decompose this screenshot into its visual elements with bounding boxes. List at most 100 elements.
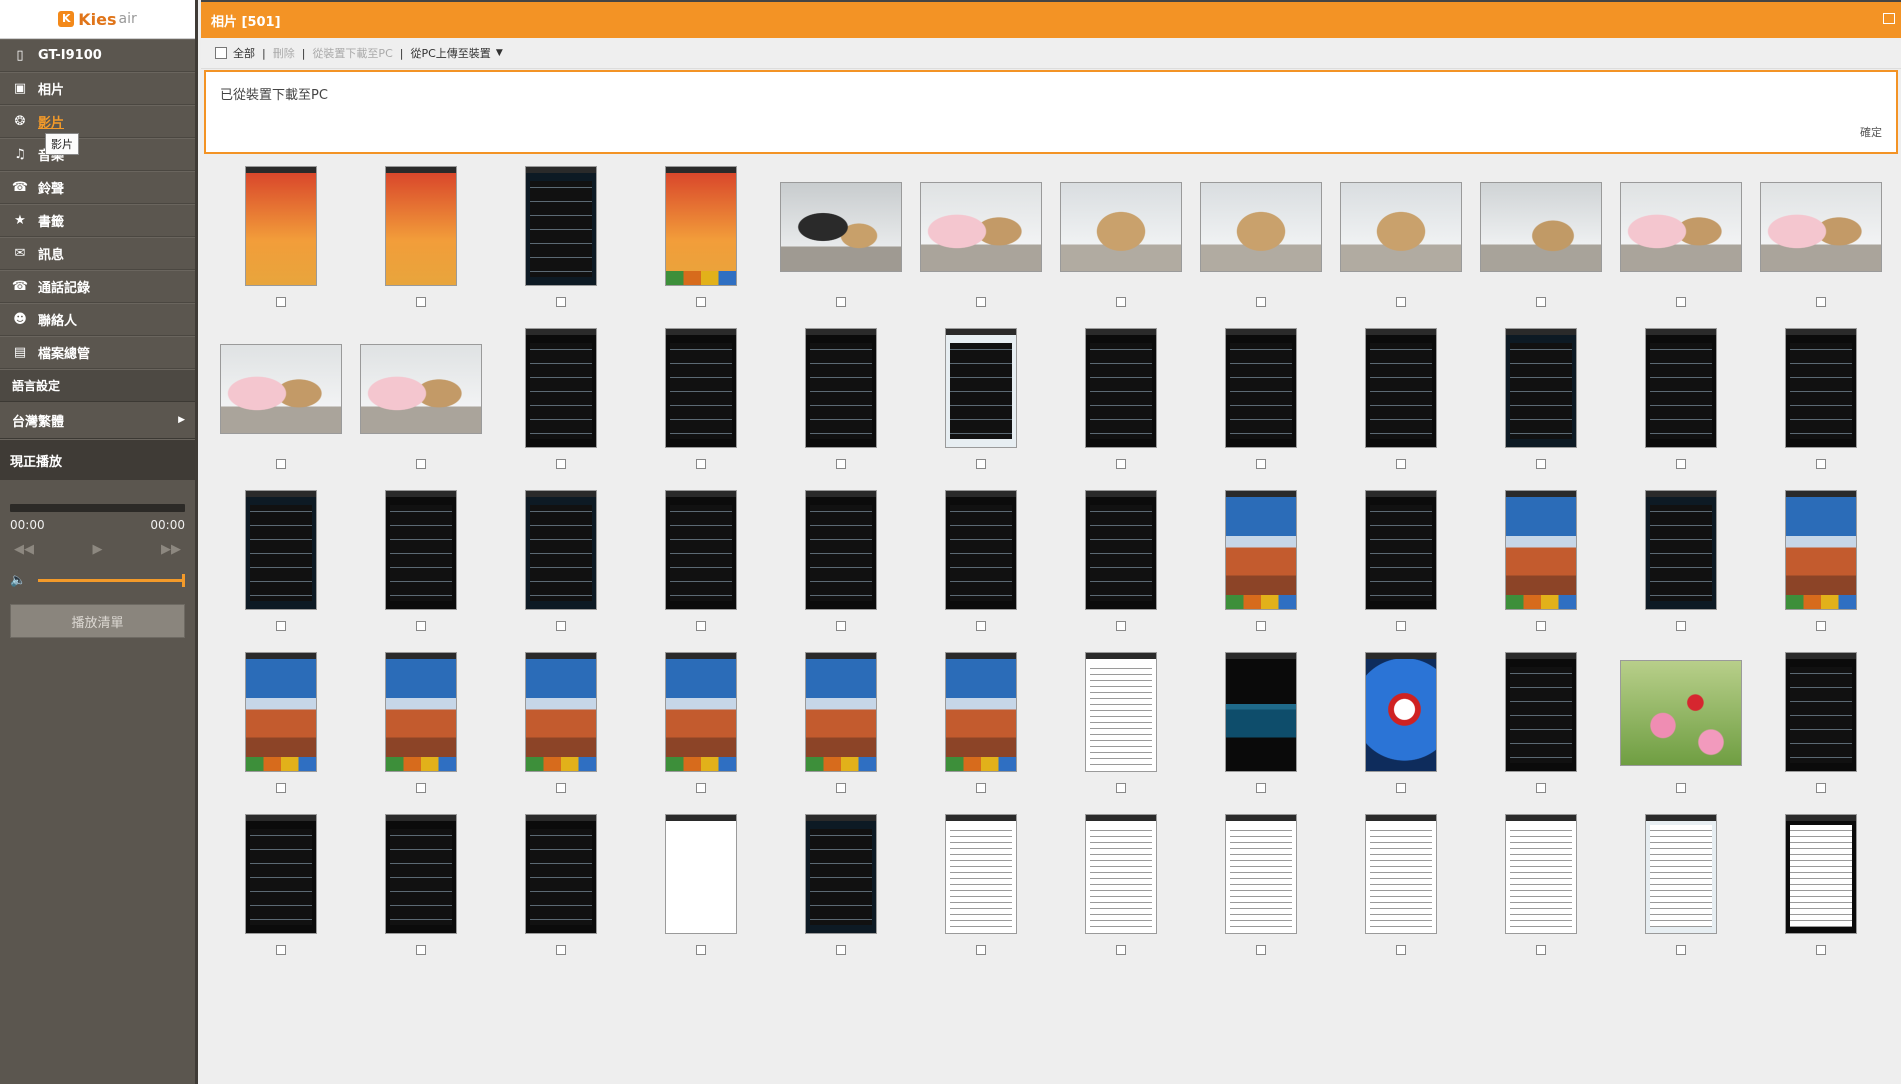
photo-checkbox[interactable] bbox=[276, 783, 286, 793]
photo-thumbnail[interactable] bbox=[665, 166, 737, 286]
photo-thumbnail[interactable] bbox=[1505, 490, 1577, 610]
photo-checkbox[interactable] bbox=[1676, 459, 1686, 469]
photo-checkbox[interactable] bbox=[1256, 459, 1266, 469]
photo-thumbnail[interactable] bbox=[1085, 652, 1157, 772]
photo-thumbnail[interactable] bbox=[1365, 490, 1437, 610]
sidebar-item-music[interactable]: ♫ 音樂 bbox=[0, 138, 195, 171]
photo-checkbox[interactable] bbox=[836, 783, 846, 793]
photo-checkbox[interactable] bbox=[276, 459, 286, 469]
photo-checkbox[interactable] bbox=[416, 945, 426, 955]
photo-checkbox[interactable] bbox=[1536, 297, 1546, 307]
play-icon[interactable]: ▶ bbox=[93, 542, 103, 557]
photo-thumbnail[interactable] bbox=[1085, 328, 1157, 448]
photo-thumbnail[interactable] bbox=[805, 814, 877, 934]
photo-thumbnail[interactable] bbox=[385, 652, 457, 772]
photo-thumbnail[interactable] bbox=[1785, 328, 1857, 448]
photo-checkbox[interactable] bbox=[976, 297, 986, 307]
photo-thumbnail[interactable] bbox=[805, 652, 877, 772]
photo-checkbox[interactable] bbox=[1396, 297, 1406, 307]
photo-thumbnail[interactable] bbox=[1645, 328, 1717, 448]
photo-thumbnail[interactable] bbox=[525, 814, 597, 934]
sidebar-item-contacts[interactable]: ☻ 聯絡人 bbox=[0, 303, 195, 336]
photo-checkbox[interactable] bbox=[1816, 459, 1826, 469]
photo-checkbox[interactable] bbox=[416, 297, 426, 307]
photo-thumbnail[interactable] bbox=[1620, 660, 1742, 766]
sidebar-item-messages[interactable]: ✉ 訊息 bbox=[0, 237, 195, 270]
photo-checkbox[interactable] bbox=[696, 459, 706, 469]
photo-checkbox[interactable] bbox=[276, 945, 286, 955]
volume-icon[interactable]: 🔈 bbox=[10, 573, 32, 588]
photo-thumbnail[interactable] bbox=[245, 490, 317, 610]
photo-thumbnail[interactable] bbox=[220, 344, 342, 434]
photo-checkbox[interactable] bbox=[1816, 945, 1826, 955]
photo-thumbnail[interactable] bbox=[1200, 182, 1322, 272]
photo-thumbnail[interactable] bbox=[245, 166, 317, 286]
photo-checkbox[interactable] bbox=[1676, 297, 1686, 307]
select-all-label[interactable]: 全部 bbox=[233, 45, 255, 61]
photo-checkbox[interactable] bbox=[1256, 945, 1266, 955]
photo-thumbnail[interactable] bbox=[1785, 490, 1857, 610]
photo-thumbnail[interactable] bbox=[525, 652, 597, 772]
photo-checkbox[interactable] bbox=[1816, 783, 1826, 793]
volume-slider-handle[interactable] bbox=[182, 574, 185, 587]
sidebar-item-videos[interactable]: ❂ 影片 bbox=[0, 105, 195, 138]
photo-checkbox[interactable] bbox=[836, 621, 846, 631]
photo-thumbnail[interactable] bbox=[945, 490, 1017, 610]
sidebar-item-ringtones[interactable]: ☎ 鈴聲 bbox=[0, 171, 195, 204]
photo-checkbox[interactable] bbox=[1116, 621, 1126, 631]
playback-progress-bar[interactable] bbox=[10, 504, 185, 512]
photo-checkbox[interactable] bbox=[696, 783, 706, 793]
photo-checkbox[interactable] bbox=[836, 945, 846, 955]
photo-thumbnail[interactable] bbox=[1505, 652, 1577, 772]
photo-checkbox[interactable] bbox=[1116, 783, 1126, 793]
photo-checkbox[interactable] bbox=[416, 621, 426, 631]
photo-checkbox[interactable] bbox=[1256, 621, 1266, 631]
photo-thumbnail[interactable] bbox=[665, 328, 737, 448]
photo-checkbox[interactable] bbox=[976, 783, 986, 793]
photo-thumbnail[interactable] bbox=[1365, 814, 1437, 934]
photo-thumbnail[interactable] bbox=[1760, 182, 1882, 272]
photo-thumbnail[interactable] bbox=[780, 182, 902, 272]
photo-checkbox[interactable] bbox=[276, 297, 286, 307]
photo-thumbnail[interactable] bbox=[525, 490, 597, 610]
photo-checkbox[interactable] bbox=[1676, 621, 1686, 631]
photo-checkbox[interactable] bbox=[1536, 945, 1546, 955]
photo-checkbox[interactable] bbox=[1256, 783, 1266, 793]
photo-thumbnail[interactable] bbox=[525, 166, 597, 286]
photo-checkbox[interactable] bbox=[1816, 621, 1826, 631]
photo-thumbnail[interactable] bbox=[1225, 814, 1297, 934]
photo-thumbnail[interactable] bbox=[360, 344, 482, 434]
volume-slider[interactable] bbox=[38, 574, 185, 587]
photo-thumbnail[interactable] bbox=[1340, 182, 1462, 272]
photo-thumbnail[interactable] bbox=[665, 814, 737, 934]
photo-checkbox[interactable] bbox=[276, 621, 286, 631]
photo-thumbnail[interactable] bbox=[1620, 182, 1742, 272]
photo-thumbnail[interactable] bbox=[805, 328, 877, 448]
photo-thumbnail[interactable] bbox=[245, 814, 317, 934]
photo-checkbox[interactable] bbox=[416, 459, 426, 469]
photo-thumbnail[interactable] bbox=[1085, 490, 1157, 610]
chevron-down-icon[interactable]: ▼ bbox=[496, 48, 503, 58]
photo-checkbox[interactable] bbox=[1396, 621, 1406, 631]
photo-checkbox[interactable] bbox=[1116, 945, 1126, 955]
photo-thumbnail[interactable] bbox=[385, 490, 457, 610]
photo-checkbox[interactable] bbox=[1676, 945, 1686, 955]
photo-checkbox[interactable] bbox=[976, 945, 986, 955]
previous-icon[interactable]: ◀◀ bbox=[14, 542, 34, 557]
photo-checkbox[interactable] bbox=[1396, 783, 1406, 793]
photo-checkbox[interactable] bbox=[1536, 459, 1546, 469]
photo-thumbnail[interactable] bbox=[1785, 652, 1857, 772]
sidebar-item-device[interactable]: ▯ GT-I9100 bbox=[0, 39, 195, 72]
photo-checkbox[interactable] bbox=[1536, 621, 1546, 631]
photo-thumbnail[interactable] bbox=[945, 328, 1017, 448]
photo-thumbnail[interactable] bbox=[665, 490, 737, 610]
photo-checkbox[interactable] bbox=[1396, 459, 1406, 469]
photo-checkbox[interactable] bbox=[1116, 459, 1126, 469]
photo-thumbnail[interactable] bbox=[1225, 652, 1297, 772]
photo-thumbnail[interactable] bbox=[1060, 182, 1182, 272]
photo-checkbox[interactable] bbox=[1256, 297, 1266, 307]
photo-thumbnail[interactable] bbox=[1365, 328, 1437, 448]
photo-thumbnail[interactable] bbox=[1225, 328, 1297, 448]
photo-checkbox[interactable] bbox=[696, 621, 706, 631]
next-icon[interactable]: ▶▶ bbox=[161, 542, 181, 557]
